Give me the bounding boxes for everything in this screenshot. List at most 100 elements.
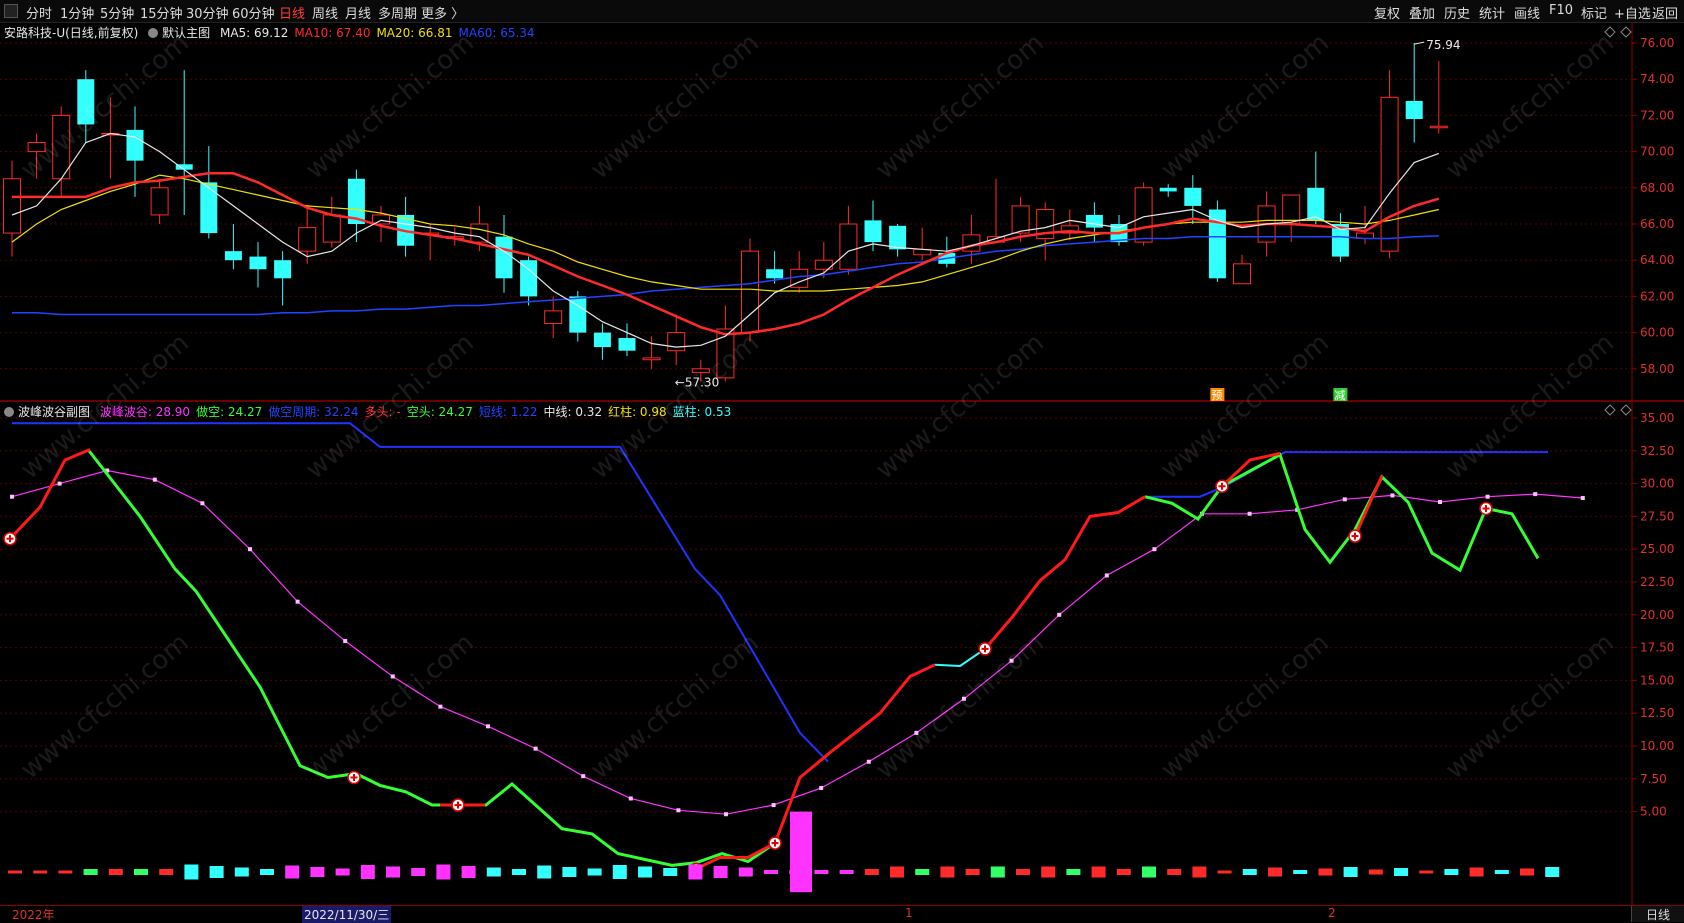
histogram-bar: [1091, 866, 1106, 878]
buy-signal-icon: [689, 862, 703, 877]
indicator-tick: 32.50: [1640, 444, 1674, 458]
histogram-bar: [461, 866, 476, 878]
period-tab-6[interactable]: 日线: [279, 3, 305, 22]
watermark-text: www.cfcchi.com: [15, 628, 195, 785]
histogram-bar: [537, 865, 552, 879]
candle-body: [249, 256, 267, 270]
ma-label-0: MA5: 69.12: [219, 26, 289, 40]
histogram-bar: [688, 864, 703, 880]
histogram-bar: [1242, 869, 1257, 875]
period-indicator[interactable]: 日线: [1631, 906, 1684, 922]
candle-body: [1405, 100, 1423, 120]
period-tab-3[interactable]: 15分钟: [140, 3, 183, 22]
toolbar-button-4[interactable]: 画线: [1514, 3, 1540, 22]
toolbar-button-3[interactable]: 统计: [1479, 3, 1505, 22]
diamond-icon: [1604, 26, 1616, 38]
indicator-label-1: 做空: 24.27: [196, 405, 263, 419]
candle-body: [372, 214, 390, 225]
watermark-text: www.cfcchi.com: [300, 628, 480, 785]
watermark-text: www.cfcchi.com: [1440, 628, 1620, 785]
template-name[interactable]: 默认主图: [162, 26, 210, 40]
time-axis: 2022年 2022/11/30/三 1 2 日线: [0, 905, 1684, 923]
indicator-label-3: 多头: -: [364, 405, 401, 419]
candle-body: [150, 187, 169, 216]
watermark-text: www.cfcchi.com: [585, 28, 765, 185]
wave-point: [1580, 496, 1585, 501]
histogram-bar: [209, 866, 224, 878]
histogram-bar: [285, 865, 300, 879]
price-tick: 58.00: [1640, 362, 1674, 376]
wave-point: [390, 674, 395, 679]
wave-point: [1200, 511, 1204, 516]
price-tick: 66.00: [1640, 217, 1674, 231]
wave-point: [676, 808, 681, 813]
wave-point: [295, 599, 300, 604]
indicator-tick: 35.00: [1640, 411, 1674, 425]
candle-body: [889, 225, 907, 250]
candle-body: [1356, 232, 1374, 239]
toolbar-button-2[interactable]: 历史: [1444, 3, 1470, 22]
sub-chart-title[interactable]: 波峰波谷副图: [18, 405, 90, 419]
transition-line: [934, 648, 986, 668]
candle-body: [1380, 96, 1399, 252]
candle-body: [938, 252, 956, 264]
bull-line-0: [8, 448, 91, 540]
wave-point: [914, 730, 919, 735]
price-tick: 72.00: [1640, 108, 1674, 122]
indicator-label-5: 短线: 1.22: [478, 405, 538, 419]
histogram-bar: [83, 869, 98, 875]
wave-point: [581, 774, 586, 779]
period-tab-5[interactable]: 60分钟: [232, 3, 275, 22]
low-price-label: ←57.30: [675, 375, 719, 389]
ma-label-3: MA60: 65.34: [458, 26, 535, 40]
watermark-text: www.cfcchi.com: [1440, 28, 1620, 185]
indicator-tick: 15.00: [1640, 673, 1674, 687]
toolbar-button-7[interactable]: +自选: [1614, 3, 1651, 22]
histogram-bar: [134, 869, 148, 875]
buy-signal-icon: [1479, 501, 1493, 516]
diamond-icon: [1620, 404, 1632, 416]
period-tab-9[interactable]: 多周期: [378, 3, 417, 22]
histogram-bar: [1268, 867, 1282, 877]
period-tab-1[interactable]: 1分钟: [60, 3, 94, 22]
bull-line-4: [1220, 451, 1281, 488]
wave-point: [724, 812, 728, 817]
wave-point: [343, 639, 348, 644]
wave-point: [105, 468, 110, 473]
candle-body: [593, 332, 611, 348]
toolbar-button-5[interactable]: F10: [1549, 3, 1573, 18]
stock-name: 安路科技-U: [4, 26, 66, 40]
candle-body: [397, 214, 415, 246]
indicator-tick: 27.50: [1640, 509, 1674, 523]
price-tick: 60.00: [1640, 326, 1674, 340]
toolbar-button-1[interactable]: 叠加: [1409, 3, 1435, 22]
sub-chart-menu-icon[interactable]: [4, 407, 14, 417]
period-tab-4[interactable]: 30分钟: [186, 3, 229, 22]
period-tab-2[interactable]: 5分钟: [100, 3, 134, 22]
period-tab-10[interactable]: 更多 〉: [421, 3, 464, 22]
candle-body: [642, 357, 661, 361]
histogram-bar: [1318, 868, 1333, 876]
histogram-bar: [764, 870, 778, 874]
toolbar-button-0[interactable]: 复权: [1374, 3, 1400, 22]
histogram-bar: [738, 867, 753, 877]
ma-label-2: MA20: 66.81: [376, 26, 453, 40]
period-tab-7[interactable]: 周线: [312, 3, 338, 22]
price-tick: 76.00: [1640, 36, 1674, 50]
histogram-bar: [1520, 868, 1534, 876]
toolbar-button-6[interactable]: 标记: [1581, 3, 1607, 22]
template-icon[interactable]: [148, 28, 159, 38]
candle-body: [1257, 205, 1276, 243]
wave-point: [1533, 492, 1538, 497]
period-tab-8[interactable]: 月线: [345, 3, 371, 22]
buy-signal-icon: [1348, 529, 1362, 543]
histogram-bar: [1419, 870, 1434, 874]
watermark-text: www.cfcchi.com: [870, 28, 1050, 185]
period-tab-0[interactable]: 分时: [26, 3, 52, 22]
histogram-bar: [8, 870, 22, 874]
toolbar-button-8[interactable]: 返回: [1652, 3, 1678, 22]
candle-body: [741, 250, 759, 334]
histogram-bar: [234, 867, 249, 877]
panel-toggle-icon[interactable]: [4, 4, 18, 18]
indicator-tick: 5.00: [1640, 805, 1667, 819]
